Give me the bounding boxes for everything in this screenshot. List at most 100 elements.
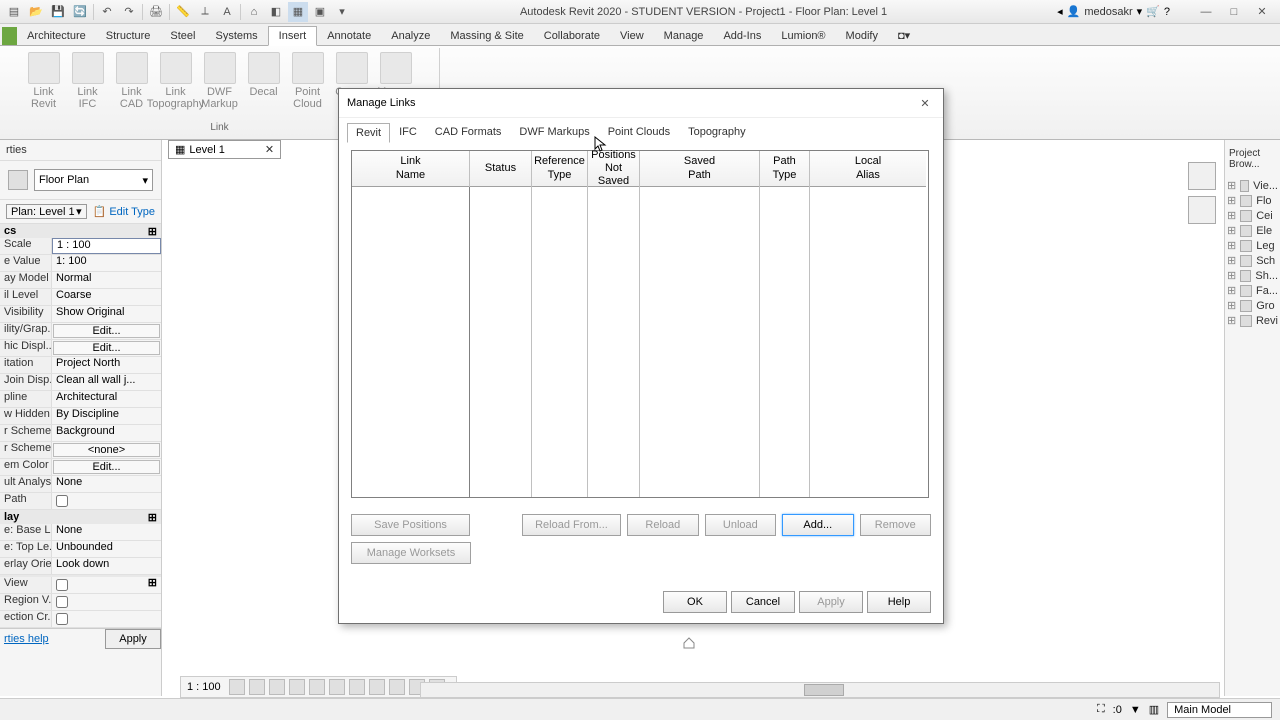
column-header[interactable]: LinkName	[352, 151, 469, 187]
tab-modify[interactable]: Modify	[836, 27, 888, 45]
property-value[interactable]: Background	[52, 425, 161, 441]
thin-lines-icon[interactable]: ▦	[288, 2, 308, 22]
browser-item[interactable]: ⊞Flo	[1227, 193, 1278, 208]
dialog-tab[interactable]: Topography	[679, 122, 755, 142]
remove-button[interactable]: Remove	[860, 514, 931, 536]
maximize-button[interactable]: □	[1222, 2, 1246, 22]
props-section-display[interactable]: lay⊞	[0, 510, 161, 524]
property-value[interactable]: Unbounded	[52, 541, 161, 557]
measure-icon[interactable]: 📏	[173, 2, 193, 22]
tab-structure[interactable]: Structure	[96, 27, 161, 45]
browser-item[interactable]: ⊞Leg	[1227, 238, 1278, 253]
help-icon[interactable]: ?	[1164, 6, 1170, 18]
dialog-tab[interactable]: DWF Markups	[510, 122, 598, 142]
tab-collaborate[interactable]: Collaborate	[534, 27, 610, 45]
property-value[interactable]: Show Original	[52, 306, 161, 322]
ok-button[interactable]: OK	[663, 591, 727, 613]
dialog-tab[interactable]: IFC	[390, 122, 426, 142]
sync-icon[interactable]: 🔄	[70, 2, 90, 22]
view-type-selector[interactable]: Floor Plan ▾	[34, 169, 153, 191]
column-header[interactable]: PositionsNot Saved	[588, 151, 639, 187]
column-header[interactable]: LocalAlias	[810, 151, 926, 187]
text-icon[interactable]: A	[217, 2, 237, 22]
save-positions-button[interactable]: Save Positions	[351, 514, 470, 536]
tab-massing[interactable]: Massing & Site	[440, 27, 533, 45]
close-view-icon[interactable]: ✕	[265, 143, 274, 156]
tab-systems[interactable]: Systems	[205, 27, 267, 45]
3d-icon[interactable]: ⌂	[244, 2, 264, 22]
close-hidden-icon[interactable]: ▣	[310, 2, 330, 22]
detail-level-icon[interactable]	[229, 679, 245, 695]
reload-from-button[interactable]: Reload From...	[522, 514, 621, 536]
rendering-icon[interactable]	[309, 679, 325, 695]
tab-insert[interactable]: Insert	[268, 26, 318, 46]
property-value[interactable]	[52, 577, 161, 593]
horizontal-scrollbar[interactable]	[420, 682, 1220, 698]
tab-addins[interactable]: Add-Ins	[713, 27, 771, 45]
sun-path-icon[interactable]	[269, 679, 285, 695]
dialog-tab[interactable]: Point Clouds	[599, 122, 679, 142]
crop-region-icon[interactable]	[349, 679, 365, 695]
browser-item[interactable]: ⊞Fa...	[1227, 283, 1278, 298]
ribbon-expand-icon[interactable]: ◘▾	[888, 26, 920, 45]
crop-view-icon[interactable]	[329, 679, 345, 695]
column-header[interactable]: PathType	[760, 151, 809, 187]
property-value[interactable]	[52, 594, 161, 610]
property-value[interactable]: Edit...	[53, 324, 160, 338]
help-button[interactable]: Help	[867, 591, 931, 613]
open-icon[interactable]: 📂	[26, 2, 46, 22]
editable-only-icon[interactable]: ▥	[1149, 703, 1159, 716]
section-icon[interactable]: ◧	[266, 2, 286, 22]
tab-architecture[interactable]: Architecture	[17, 27, 96, 45]
property-value[interactable]: Edit...	[53, 460, 160, 474]
tab-analyze[interactable]: Analyze	[381, 27, 440, 45]
browser-item[interactable]: ⊞Sch	[1227, 253, 1278, 268]
view-scale[interactable]: 1 : 100	[183, 681, 225, 693]
property-value[interactable]: None	[52, 524, 161, 540]
browser-item[interactable]: ⊞Cei	[1227, 208, 1278, 223]
property-value[interactable]: Clean all wall j...	[52, 374, 161, 390]
back-arrow-icon[interactable]: ◂	[1057, 5, 1063, 18]
property-value[interactable]: 1 : 100	[52, 238, 161, 254]
align-icon[interactable]: ⟂	[195, 2, 215, 22]
signin-icon[interactable]: 👤	[1067, 5, 1081, 18]
column-header[interactable]: Status	[470, 151, 531, 187]
dialog-close-button[interactable]: ✕	[915, 93, 935, 113]
username[interactable]: medosakr	[1084, 6, 1132, 18]
ribbon-button[interactable]: LinkRevit	[23, 50, 65, 122]
reload-button[interactable]: Reload	[627, 514, 698, 536]
property-value[interactable]: Architectural	[52, 391, 161, 407]
manage-worksets-button[interactable]: Manage Worksets	[351, 542, 471, 564]
app-store-icon[interactable]: 🛒	[1146, 5, 1160, 18]
filter-icon[interactable]: ▼	[1130, 704, 1141, 716]
property-value[interactable]	[52, 611, 161, 627]
print-icon[interactable]: 🖨	[146, 2, 166, 22]
selection-toggle-icon[interactable]: ⛶	[1097, 703, 1105, 716]
temp-hide-icon[interactable]	[389, 679, 405, 695]
nav-cube-icon[interactable]	[1188, 162, 1216, 190]
ribbon-button[interactable]: DWFMarkup	[199, 50, 241, 122]
dialog-tab[interactable]: Revit	[347, 123, 390, 143]
property-value[interactable]: Project North	[52, 357, 161, 373]
undo-icon[interactable]: ↶	[97, 2, 117, 22]
property-value[interactable]	[52, 493, 161, 509]
property-value[interactable]: By Discipline	[52, 408, 161, 424]
visual-style-icon[interactable]	[249, 679, 265, 695]
property-value[interactable]: Look down	[52, 558, 161, 574]
unload-button[interactable]: Unload	[705, 514, 776, 536]
properties-help-link[interactable]: rties help	[0, 629, 105, 649]
property-value[interactable]: None	[52, 476, 161, 492]
dialog-tab[interactable]: CAD Formats	[426, 122, 511, 142]
browser-item[interactable]: ⊞Vie...	[1227, 178, 1278, 193]
props-section-graphics[interactable]: cs⊞	[0, 224, 161, 238]
tab-manage[interactable]: Manage	[654, 27, 714, 45]
ribbon-button[interactable]: LinkTopography	[155, 50, 197, 122]
minimize-button[interactable]: —	[1194, 2, 1218, 22]
save-icon[interactable]: 💾	[48, 2, 68, 22]
cancel-button[interactable]: Cancel	[731, 591, 795, 613]
browser-item[interactable]: ⊞Sh...	[1227, 268, 1278, 283]
redo-icon[interactable]: ↷	[119, 2, 139, 22]
close-window-button[interactable]: ✕	[1250, 2, 1274, 22]
view-tab[interactable]: ▦Level 1 ✕	[168, 140, 281, 159]
properties-apply-button[interactable]: Apply	[105, 629, 161, 649]
